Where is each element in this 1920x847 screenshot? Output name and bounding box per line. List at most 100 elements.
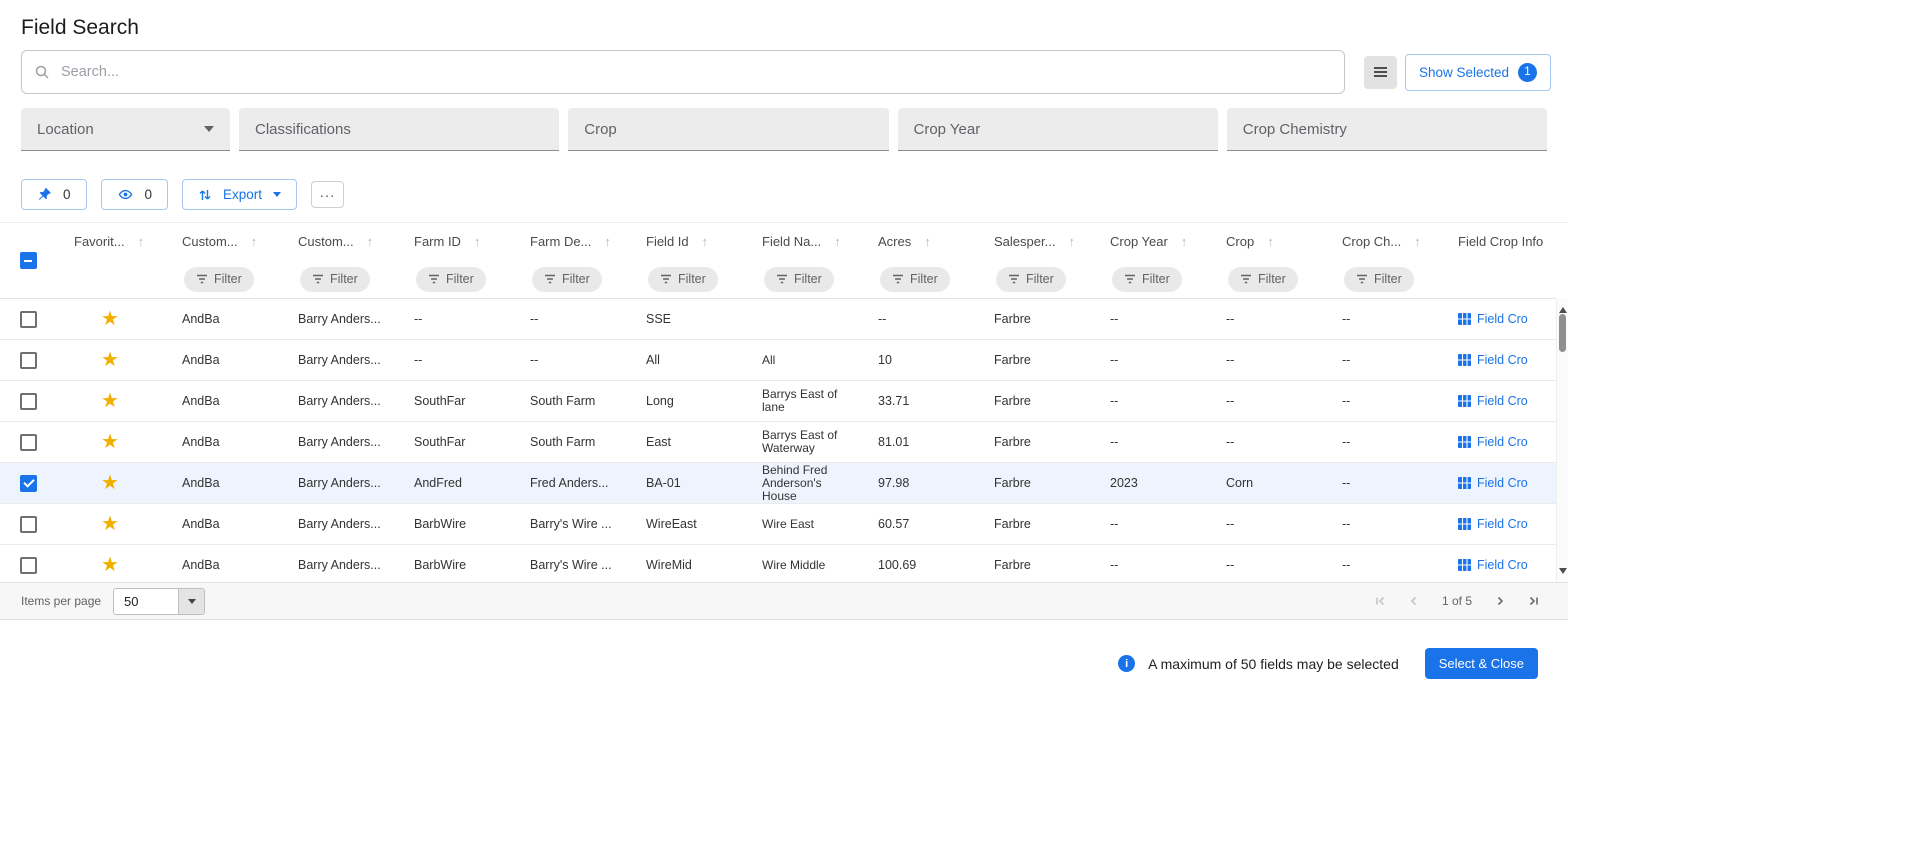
classifications-filter-select[interactable]: Classifications [239,108,560,151]
field-crop-info-link[interactable]: Field Cro [1477,476,1528,490]
filter-chip[interactable]: Filter [1112,266,1182,292]
row-checkbox[interactable] [19,515,37,533]
table-row[interactable]: ★ AndBa Barry Anders... -- -- All All 10… [0,340,1556,381]
scrollbar-thumb[interactable] [1559,314,1566,352]
cell-acres: 33.71 [878,394,910,408]
favorite-star-icon[interactable]: ★ [101,432,119,452]
cell-crop: Corn [1226,476,1254,490]
row-checkbox[interactable] [19,392,37,410]
column-header[interactable]: Field Na... ↑ [744,223,860,260]
filter-chip[interactable]: Filter [1344,266,1414,292]
crop-filter-select[interactable]: Crop [568,108,889,151]
search-input[interactable] [59,63,1332,81]
favorite-star-icon[interactable]: ★ [101,555,119,575]
favorite-cell: ★ [56,473,164,493]
column-header[interactable]: Crop Year ↑ [1092,223,1208,260]
filter-chip[interactable]: Filter [184,266,254,292]
column-header[interactable]: Custom... ↑ [280,223,396,260]
table-row[interactable]: ★ AndBa Barry Anders... AndFred Fred And… [0,463,1556,504]
field-crop-info-link[interactable]: Field Cro [1477,517,1528,531]
filter-chip[interactable]: Filter [300,266,370,292]
row-checkbox[interactable] [19,556,37,574]
column-settings-button[interactable] [1363,55,1397,89]
table-row[interactable]: ★ AndBa Barry Anders... BarbWire Barry's… [0,504,1556,545]
column-header[interactable]: Field Crop Info ↑ [1440,223,1556,260]
grid-icon [1458,436,1471,448]
field-crop-info-link[interactable]: Field Cro [1477,312,1528,326]
cell-farm-id: BarbWire [414,558,467,572]
grid-icon [1458,559,1471,571]
column-header[interactable]: Acres ↑ [860,223,976,260]
row-checkbox[interactable] [19,351,37,369]
sort-arrow-icon: ↑ [1068,234,1075,249]
last-page-button[interactable] [1520,587,1548,615]
select-and-close-button[interactable]: Select & Close [1424,648,1538,679]
favorite-star-icon[interactable]: ★ [101,350,119,370]
field-crop-info-link[interactable]: Field Cro [1477,435,1528,449]
favorite-star-icon[interactable]: ★ [101,473,119,493]
column-header[interactable]: Favorit... ↑ [56,223,164,260]
select-all-checkbox[interactable] [19,252,37,269]
column-filter-cell: Filter [1324,260,1440,298]
more-options-button[interactable]: ... [311,181,345,208]
cell-farm-description: -- [530,312,539,326]
column-header[interactable]: Field Id ↑ [628,223,744,260]
filter-chip[interactable]: Filter [416,266,486,292]
column-header[interactable]: Farm ID ↑ [396,223,512,260]
table-row[interactable]: ★ AndBa Barry Anders... SouthFar South F… [0,422,1556,463]
table-row[interactable]: ★ AndBa Barry Anders... BarbWire Barry's… [0,545,1556,582]
cell-acres: 97.98 [878,476,910,490]
favorite-star-icon[interactable]: ★ [101,514,119,534]
chevron-down-icon [178,588,205,614]
cell-crop-year: -- [1110,312,1119,326]
row-checkbox[interactable] [19,433,37,451]
first-page-button[interactable] [1366,587,1394,615]
filter-chip[interactable]: Filter [764,266,834,292]
column-header[interactable]: Crop ↑ [1208,223,1324,260]
show-selected-button[interactable]: Show Selected 1 [1404,53,1551,91]
cell-customer-name: Barry Anders... [298,517,381,531]
table-row[interactable]: ★ AndBa Barry Anders... -- -- SSE -- Far… [0,299,1556,340]
row-checkbox[interactable] [19,310,37,328]
column-header-label: Custom... [182,234,238,249]
pin-icon [38,188,51,200]
cell-farm-id: SouthFar [414,394,466,408]
filter-chip[interactable]: Filter [880,266,950,292]
export-button[interactable]: Export [182,179,298,210]
column-header[interactable]: Salesper... ↑ [976,223,1092,260]
cell-customer-code: AndBa [182,558,220,572]
field-crop-info-link[interactable]: Field Cro [1477,558,1528,572]
column-filter-cell: Filter [860,260,976,298]
items-per-page-select[interactable]: 50 [113,587,206,615]
scroll-up-icon[interactable] [1559,303,1567,313]
watch-count-button[interactable]: 0 [100,179,169,210]
filter-chip[interactable]: Filter [532,266,602,292]
favorite-star-icon[interactable]: ★ [101,309,119,329]
grid-icon [1458,477,1471,489]
column-header-label: Crop Year [1110,234,1168,249]
row-checkbox[interactable] [19,474,37,492]
pin-count-button[interactable]: 0 [21,179,87,210]
favorite-star-icon[interactable]: ★ [101,391,119,411]
table-row[interactable]: ★ AndBa Barry Anders... SouthFar South F… [0,381,1556,422]
field-crop-info-link[interactable]: Field Cro [1477,394,1528,408]
vertical-scrollbar[interactable] [1556,299,1568,582]
location-filter-select[interactable]: Location [21,108,230,151]
filter-chip-label: Filter [1258,272,1286,286]
filter-chip[interactable]: Filter [996,266,1066,292]
column-header-label: Acres [878,234,912,249]
column-header[interactable]: Crop Ch... ↑ [1324,223,1440,260]
column-header[interactable]: Farm De... ↑ [512,223,628,260]
previous-page-button[interactable] [1400,587,1428,615]
field-crop-info-link[interactable]: Field Cro [1477,353,1528,367]
cell-farm-description: Barry's Wire ... [530,517,612,531]
cell-farm-id: -- [414,353,423,367]
filter-chip[interactable]: Filter [1228,266,1298,292]
crop-year-filter-select[interactable]: Crop Year [897,108,1218,151]
column-header[interactable]: Custom... ↑ [164,223,280,260]
scroll-down-icon[interactable] [1559,568,1567,578]
crop-chemistry-filter-select[interactable]: Crop Chemistry [1226,108,1547,151]
filter-chip[interactable]: Filter [648,266,718,292]
filter-list-icon [545,274,555,284]
next-page-button[interactable] [1486,587,1514,615]
